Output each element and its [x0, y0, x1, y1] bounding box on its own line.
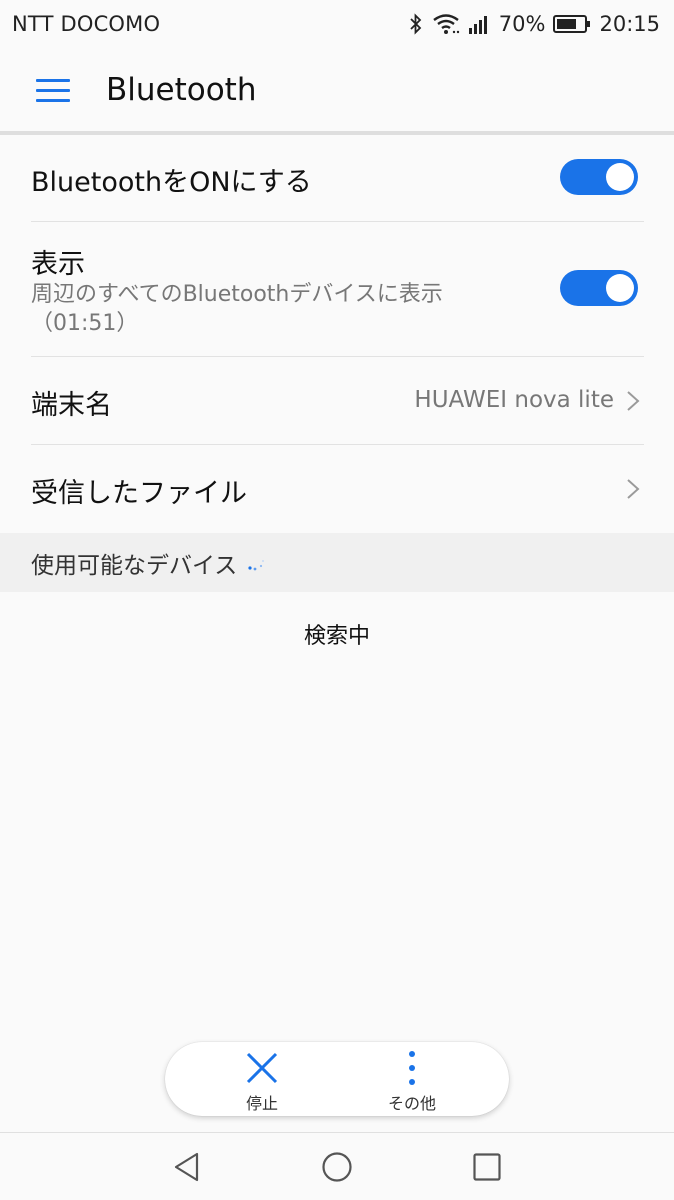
- page-title: Bluetooth: [106, 72, 257, 108]
- toggle-knob: [606, 274, 634, 302]
- status-bar: NTT DOCOMO 70% 20:15: [0, 0, 674, 48]
- close-icon: [246, 1052, 278, 1084]
- visibility-label: 表示: [31, 249, 85, 280]
- navigation-bar: [0, 1132, 674, 1200]
- chevron-right-icon: [627, 391, 640, 411]
- status-icons: 70% 20:15: [409, 12, 660, 36]
- visibility-subtitle: 周辺のすべてのBluetoothデバイスに表示 （01:51）: [31, 280, 443, 338]
- more-vertical-icon: [409, 1051, 415, 1085]
- device-name-label: 端末名: [31, 390, 112, 421]
- back-icon[interactable]: [171, 1151, 203, 1183]
- available-devices-header: 使用可能なデバイス: [0, 533, 674, 592]
- chevron-right-icon: [627, 479, 640, 499]
- visibility-countdown: （01:51）: [31, 311, 139, 336]
- recents-icon[interactable]: [471, 1151, 503, 1183]
- loading-spinner-icon: [248, 559, 265, 570]
- visibility-row[interactable]: 表示 周辺のすべてのBluetoothデバイスに表示 （01:51）: [31, 222, 644, 357]
- bluetooth-on-label: BluetoothをONにする: [31, 167, 312, 198]
- device-name-row[interactable]: 端末名 HUAWEI nova lite: [31, 357, 644, 445]
- clock: 20:15: [599, 12, 660, 36]
- bottom-action-bar: 停止 その他: [165, 1042, 509, 1116]
- received-files-label: 受信したファイル: [31, 478, 247, 509]
- received-files-row[interactable]: 受信したファイル: [31, 445, 644, 533]
- battery-percent: 70%: [498, 12, 546, 36]
- app-bar: Bluetooth: [0, 48, 674, 132]
- available-devices-label: 使用可能なデバイス: [31, 552, 238, 579]
- home-icon[interactable]: [321, 1151, 353, 1183]
- bluetooth-icon: [409, 13, 423, 35]
- device-name-value: HUAWEI nova lite: [414, 387, 614, 413]
- signal-icon: [468, 14, 491, 34]
- battery-icon: [553, 14, 591, 34]
- toggle-knob: [606, 163, 634, 191]
- visibility-toggle[interactable]: [560, 270, 638, 306]
- stop-button[interactable]: 停止: [207, 1042, 317, 1116]
- more-label: その他: [387, 1094, 436, 1113]
- menu-icon[interactable]: [36, 77, 70, 103]
- bluetooth-settings-screen: NTT DOCOMO 70% 20:15 Bluetooth Bluetooth…: [0, 0, 674, 1200]
- visibility-subtitle-line1: 周辺のすべてのBluetoothデバイスに表示: [31, 282, 443, 307]
- searching-status: 検索中: [303, 624, 370, 649]
- wifi-icon: [431, 13, 461, 35]
- bluetooth-on-row[interactable]: BluetoothをONにする: [31, 135, 644, 222]
- stop-label: 停止: [245, 1094, 278, 1113]
- carrier-name: NTT DOCOMO: [12, 12, 161, 36]
- more-button[interactable]: その他: [357, 1042, 467, 1116]
- bluetooth-toggle[interactable]: [560, 159, 638, 195]
